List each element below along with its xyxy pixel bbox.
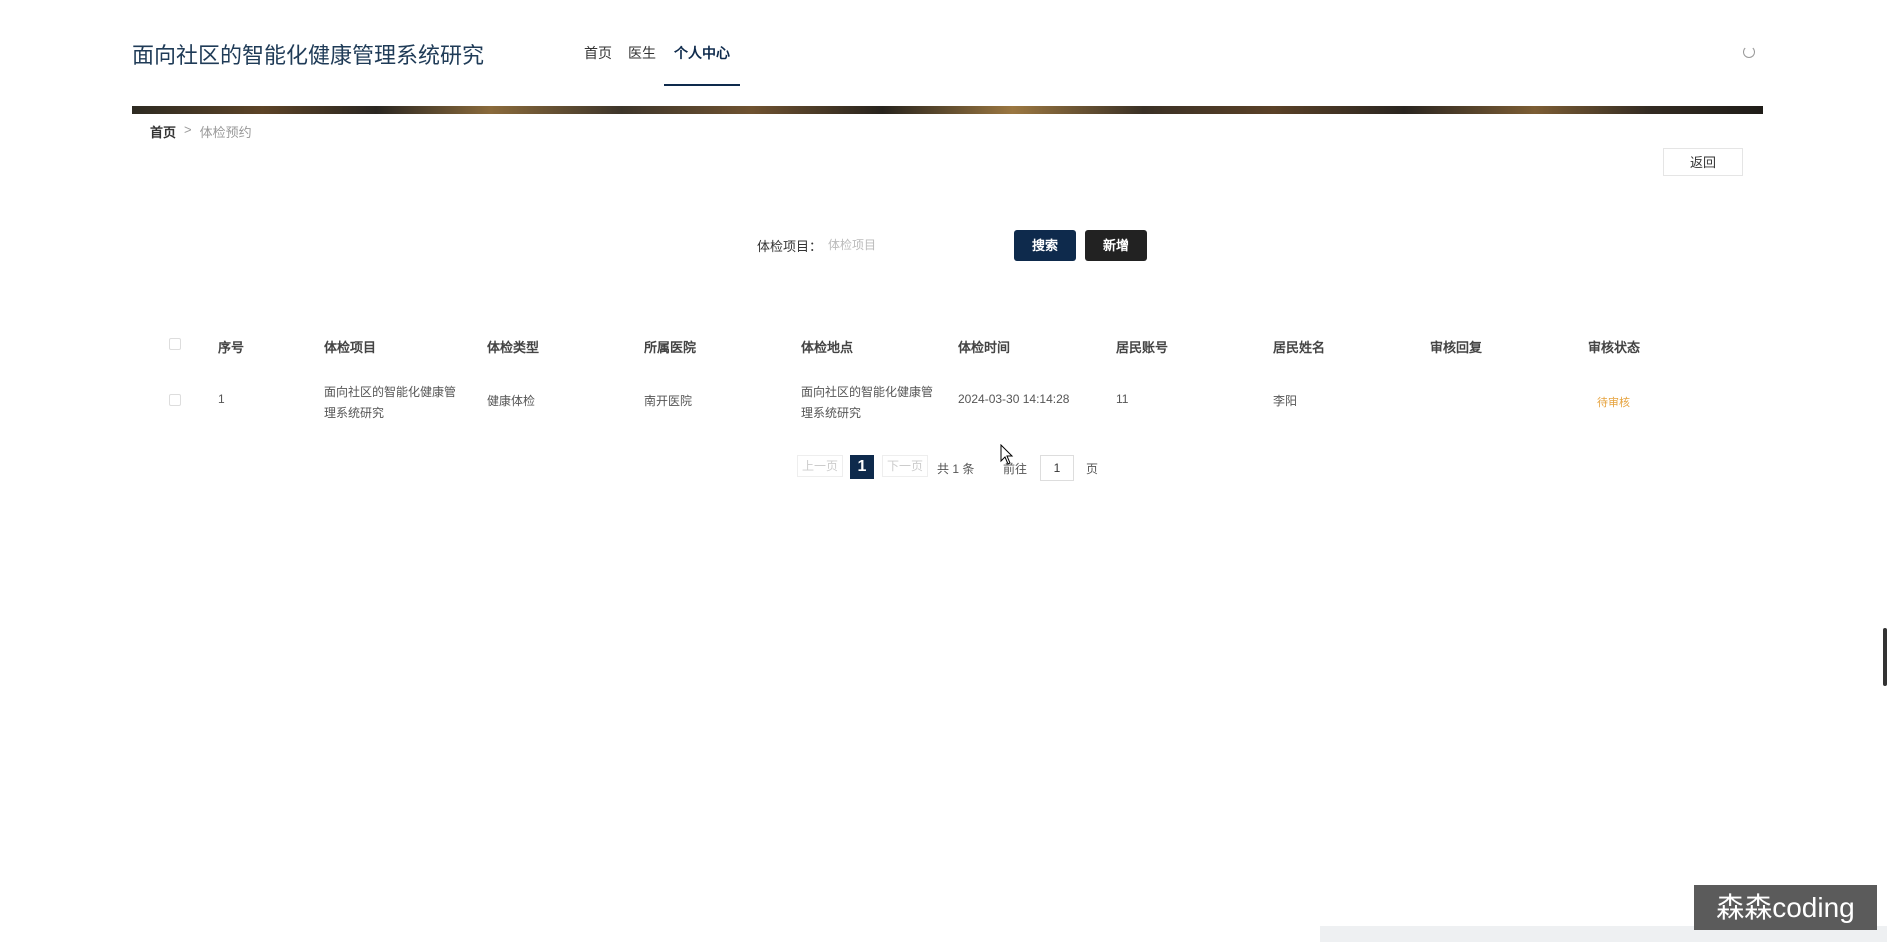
cell-item: 面向社区的智能化健康管 理系统研究	[324, 385, 457, 420]
col-header-account: 居民账号	[1116, 340, 1169, 355]
cell-index: 1	[218, 392, 225, 406]
nav-doctor[interactable]: 医生	[620, 0, 664, 86]
select-all-checkbox[interactable]	[169, 338, 181, 350]
back-button[interactable]: 返回	[1663, 148, 1743, 176]
col-header-reply: 审核回复	[1430, 340, 1483, 355]
search-label: 体检项目：	[757, 239, 823, 254]
col-header-name: 居民姓名	[1273, 340, 1326, 355]
nav-personal-center[interactable]: 个人中心	[664, 0, 740, 86]
cell-type: 健康体检	[487, 394, 536, 408]
search-input[interactable]	[826, 229, 1010, 261]
cell-account: 11	[1116, 392, 1129, 406]
col-header-index: 序号	[218, 340, 245, 355]
header-banner	[132, 106, 1763, 114]
watermark: 森森coding	[1694, 885, 1877, 930]
main-nav: 首页 医生 个人中心	[576, 0, 740, 86]
prev-page-button[interactable]: 上一页	[797, 455, 844, 477]
mouse-cursor-icon	[1000, 444, 1014, 465]
col-header-location: 体检地点	[801, 340, 854, 355]
page-number-current[interactable]: 1	[850, 455, 874, 479]
breadcrumb-current: 体检预约	[199, 125, 252, 140]
cell-location: 面向社区的智能化健康管 理系统研究	[801, 385, 934, 420]
add-button[interactable]: 新增	[1085, 230, 1147, 261]
breadcrumb-home[interactable]: 首页	[150, 122, 176, 141]
cell-name: 李阳	[1273, 394, 1298, 408]
page-unit-label: 页	[1086, 462, 1099, 476]
cell-hospital: 南开医院	[644, 394, 693, 408]
cell-time: 2024-03-30 14:14:28	[958, 392, 1070, 406]
scrollbar-thumb[interactable]	[1883, 628, 1887, 686]
col-header-item: 体检项目	[324, 340, 377, 355]
nav-home[interactable]: 首页	[576, 0, 620, 86]
status-badge: 待审核	[1597, 397, 1630, 409]
loading-spinner-icon	[1743, 46, 1755, 58]
col-header-type: 体检类型	[487, 340, 540, 355]
col-header-status: 审核状态	[1588, 340, 1641, 355]
row-checkbox[interactable]	[169, 394, 181, 406]
next-page-button[interactable]: 下一页	[882, 455, 929, 477]
col-header-time: 体检时间	[958, 340, 1011, 355]
breadcrumb: 首页 > 体检预约	[150, 122, 252, 141]
search-button[interactable]: 搜索	[1014, 230, 1076, 261]
breadcrumb-separator: >	[184, 122, 192, 137]
col-header-hospital: 所属医院	[644, 340, 697, 355]
page-jump-input[interactable]: 1	[1040, 455, 1074, 481]
site-title: 面向社区的智能化健康管理系统研究	[132, 43, 485, 68]
total-count: 共 1 条	[937, 462, 975, 476]
